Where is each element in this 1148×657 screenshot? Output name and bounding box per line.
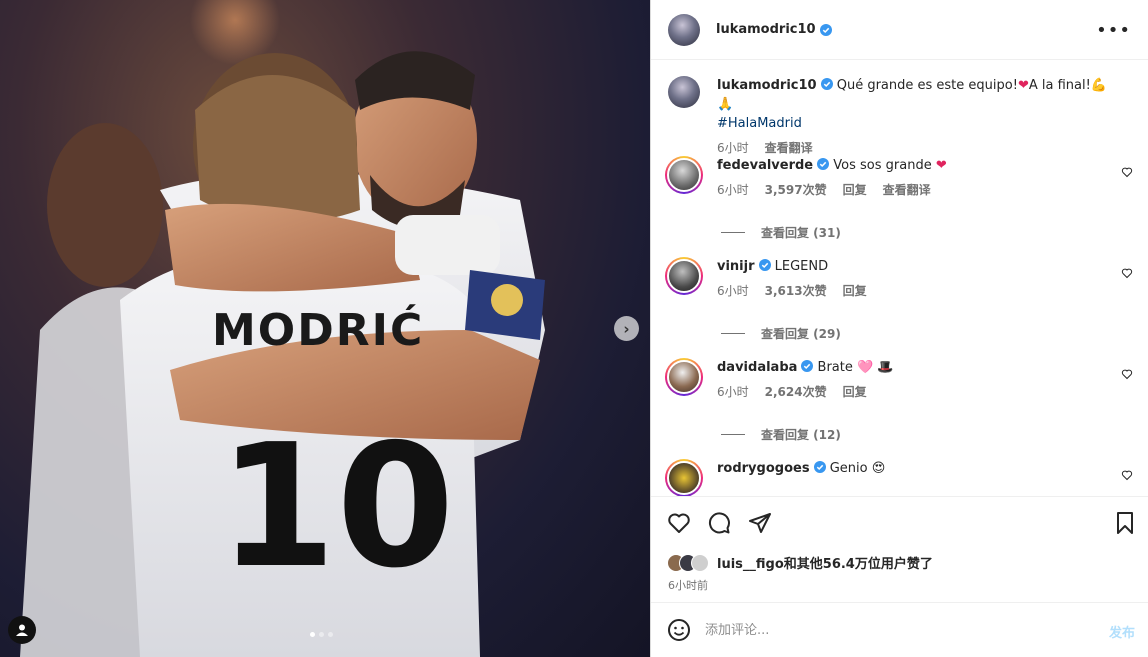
caption-avatar[interactable] xyxy=(668,76,700,108)
comment-likes[interactable]: 3,613次赞 xyxy=(765,282,827,301)
commenter-avatar[interactable] xyxy=(665,156,703,194)
replies-divider-line xyxy=(721,333,745,334)
hashtag-link[interactable]: #HalaMadrid xyxy=(717,116,802,131)
comment-text: Vos sos grande xyxy=(833,158,932,173)
author-avatar[interactable] xyxy=(668,13,700,46)
comment-time: 6小时 xyxy=(717,183,749,197)
verified-badge-icon xyxy=(801,360,814,372)
author-username[interactable]: lukamodric10 xyxy=(716,22,816,37)
comments-list[interactable]: lukamodric10 Qué grande es este equipo!❤… xyxy=(651,60,1148,496)
heart-emoji: ❤ xyxy=(1017,78,1029,93)
replies-divider-line xyxy=(721,232,745,233)
comment-like-heart-icon[interactable] xyxy=(1121,368,1133,380)
likes-text[interactable]: luis__figo和其他56.4万位用户赞了 xyxy=(717,553,933,572)
tagged-users-button[interactable] xyxy=(8,616,36,644)
verified-badge-icon xyxy=(817,158,830,170)
post-header: lukamodric10 ••• xyxy=(651,0,1148,60)
comment-item: vinijr LEGEND 6小时 3,613次赞 回复 xyxy=(665,257,1135,301)
verified-badge-icon xyxy=(819,23,832,36)
comment-like-heart-icon[interactable] xyxy=(1121,267,1133,279)
comment-likes[interactable]: 3,597次赞 xyxy=(765,181,827,200)
commenter-username[interactable]: vinijr xyxy=(717,259,755,274)
comment-emoji: 😍 xyxy=(871,461,886,476)
carousel-dot xyxy=(310,632,315,637)
comment-composer: 发布 xyxy=(651,602,1148,657)
comment-text: Brate 🩷 xyxy=(817,360,874,375)
comment-item: fedevalverde Vos sos grande ❤ 6小时 3,597次… xyxy=(665,156,1135,200)
svg-text:10: 10 xyxy=(218,408,455,606)
post-actions: luis__figo和其他56.4万位用户赞了 6小时前 xyxy=(651,496,1148,602)
more-options-button[interactable]: ••• xyxy=(1096,20,1131,41)
replies-divider-line xyxy=(721,434,745,435)
more-horizontal-icon: ••• xyxy=(1096,20,1131,41)
comment-likes[interactable]: 2,624次赞 xyxy=(765,383,827,402)
post-side-panel: lukamodric10 ••• lukamodric10 Qué grande… xyxy=(650,0,1148,657)
carousel-dots xyxy=(310,632,333,637)
smiley-icon[interactable] xyxy=(667,618,691,642)
comment-translate-link[interactable]: 查看翻译 xyxy=(883,181,931,200)
reply-button[interactable]: 回复 xyxy=(843,282,867,301)
verified-badge-icon xyxy=(813,461,826,473)
comment-item: rodrygogoes Genio 😍 xyxy=(665,459,1135,496)
caption-text-2: A la final! xyxy=(1028,78,1091,93)
view-replies-button[interactable]: 查看回复 (31) xyxy=(721,224,841,241)
likes-summary[interactable]: luis__figo和其他56.4万位用户赞了 xyxy=(667,553,933,572)
carousel-next-button[interactable]: › xyxy=(614,316,639,341)
view-replies-label: 查看回复 (31) xyxy=(761,226,841,240)
post-comment-button[interactable]: 发布 xyxy=(1109,622,1135,641)
view-replies-button[interactable]: 查看回复 (29) xyxy=(721,325,841,342)
commenter-username[interactable]: rodrygogoes xyxy=(717,461,810,476)
comment-time: 6小时 xyxy=(717,284,749,298)
view-replies-label: 查看回复 (29) xyxy=(761,327,841,341)
comment-time: 6小时 xyxy=(717,385,749,399)
comment-input[interactable] xyxy=(705,622,1085,638)
comment-icon[interactable] xyxy=(707,511,731,535)
commenter-avatar[interactable] xyxy=(665,257,703,295)
liker-avatar xyxy=(691,553,709,572)
post-time: 6小时前 xyxy=(668,579,708,592)
caption-text: Qué grande es este equipo! xyxy=(836,78,1018,93)
comment-like-heart-icon[interactable] xyxy=(1121,469,1133,481)
verified-badge-icon xyxy=(758,259,771,271)
comment-like-heart-icon[interactable] xyxy=(1121,166,1133,178)
post-photo[interactable]: MODRIĆ 10 › xyxy=(0,0,650,657)
commenter-avatar[interactable] xyxy=(665,358,703,396)
comment-text: LEGEND xyxy=(774,259,829,274)
user-icon xyxy=(16,624,28,636)
view-replies-label: 查看回复 (12) xyxy=(761,428,841,442)
caption-username[interactable]: lukamodric10 xyxy=(717,78,817,93)
reply-button[interactable]: 回复 xyxy=(843,383,867,402)
svg-text:MODRIĆ: MODRIĆ xyxy=(212,303,424,356)
send-icon[interactable] xyxy=(748,511,772,535)
bookmark-icon[interactable] xyxy=(1113,511,1137,535)
reply-button[interactable]: 回复 xyxy=(843,181,867,200)
carousel-dot xyxy=(319,632,324,637)
commenter-username[interactable]: fedevalverde xyxy=(717,158,813,173)
comment-emoji: 🎩 xyxy=(877,360,894,375)
comment-emoji: ❤ xyxy=(935,158,947,173)
post-caption: lukamodric10 Qué grande es este equipo!❤… xyxy=(668,76,1117,158)
post-image: MODRIĆ 10 xyxy=(20,0,545,657)
heart-icon[interactable] xyxy=(667,511,691,535)
commenter-avatar[interactable] xyxy=(665,459,703,496)
comment-item: davidalaba Brate 🩷 🎩 6小时 2,624次赞 回复 xyxy=(665,358,1135,402)
commenter-username[interactable]: davidalaba xyxy=(717,360,797,375)
carousel-dot xyxy=(328,632,333,637)
view-replies-button[interactable]: 查看回复 (12) xyxy=(721,426,841,443)
comment-text: Genio xyxy=(829,461,868,476)
verified-badge-icon xyxy=(820,78,833,90)
